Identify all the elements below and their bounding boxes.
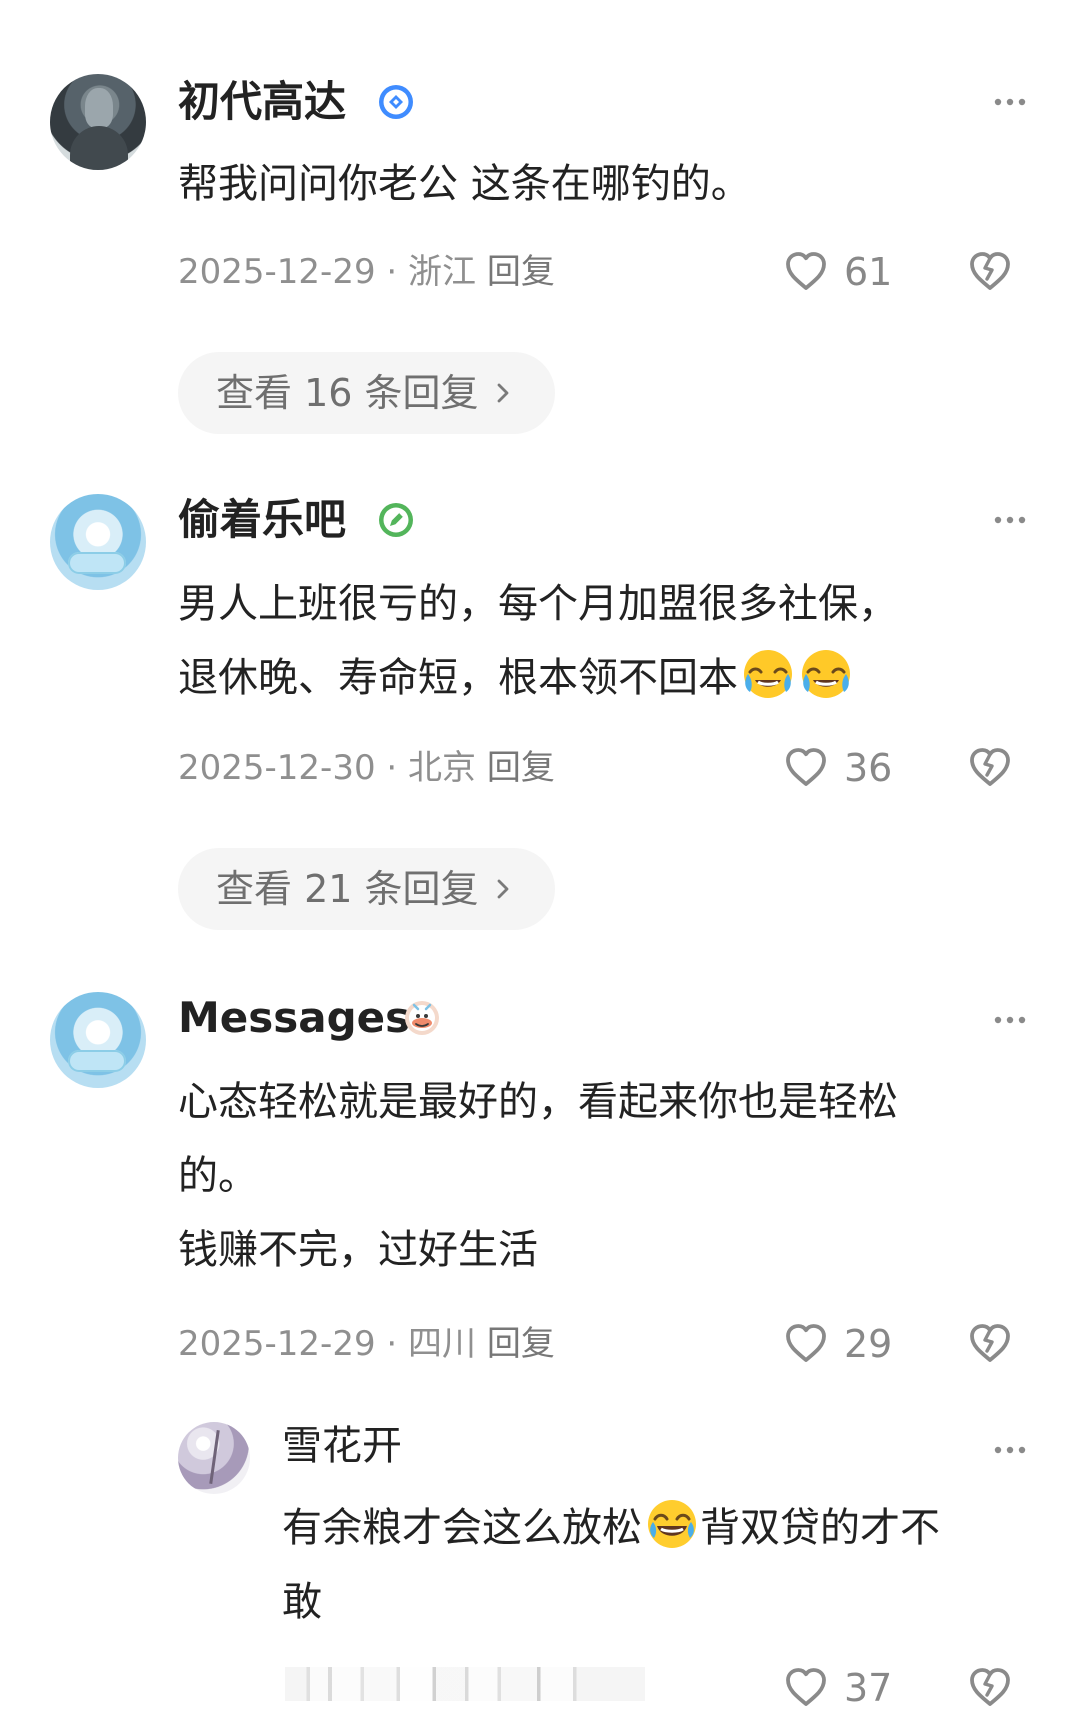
heart-icon[interactable]	[782, 248, 830, 296]
chevron-right-icon	[489, 875, 517, 903]
like-control[interactable]: 37	[782, 1664, 900, 1712]
like-count: 29	[844, 1322, 893, 1366]
comment-meta: 2025-12-30 · 北京 回复	[178, 747, 555, 789]
broken-heart-icon[interactable]	[966, 1320, 1014, 1368]
crying-laughing-face-icon	[740, 646, 796, 702]
username[interactable]: Messages	[178, 992, 410, 1044]
avatar[interactable]	[50, 494, 146, 590]
like-count: 61	[844, 250, 893, 294]
comment-line-1: 男人上班很亏的，每个月加盟很多社保，	[178, 581, 898, 627]
comment-line-2: 的。	[178, 1153, 258, 1199]
blue-diamond-badge-icon	[378, 84, 414, 120]
like-count: 36	[844, 746, 893, 790]
comment-thread-screen: 初代高达 帮我问问你老公 这条在哪钓的。 2025-12-29 · 浙江 回复 …	[0, 0, 1080, 1728]
view-replies-button[interactable]: 查看 16 条回复	[178, 352, 555, 434]
comment-date: 2025-12-29	[178, 1324, 376, 1364]
heart-icon[interactable]	[782, 1320, 830, 1368]
comment-meta: 2025-12-29 · 浙江 回复	[178, 251, 555, 293]
username[interactable]: 偷着乐吧	[178, 494, 346, 546]
reply-line-1-tail: 背双贷的才不	[700, 1505, 940, 1551]
meta-separator: ·	[386, 252, 409, 292]
comment-text: 男人上班很亏的，每个月加盟很多社保， 退休晚、寿命短，根本领不回本	[178, 567, 898, 715]
like-control[interactable]: 61	[782, 248, 900, 296]
cow-mascot-badge-icon	[404, 1000, 440, 1036]
chevron-right-icon	[489, 379, 517, 407]
reply-link[interactable]: 回复	[487, 252, 555, 292]
green-pencil-badge-icon	[378, 502, 414, 538]
more-options-icon[interactable]	[990, 1440, 1030, 1460]
comment-line-3: 钱赚不完，过好生活	[178, 1227, 538, 1273]
like-count: 37	[844, 1666, 893, 1710]
crying-laughing-face-icon	[798, 646, 854, 702]
tears-of-joy-face-icon	[644, 1496, 700, 1552]
comment-date: 2025-12-29	[178, 252, 376, 292]
comment-line-1: 帮我问问你老公 这条在哪钓的。	[178, 161, 751, 207]
comment-location: 四川	[408, 1324, 477, 1364]
like-control[interactable]: 29	[782, 1320, 900, 1368]
comment-meta: 2025-12-29 · 四川 回复	[178, 1323, 555, 1365]
comment-location: 浙江	[408, 252, 477, 292]
meta-separator: ·	[386, 1324, 409, 1364]
username[interactable]: 雪花开	[282, 1420, 402, 1472]
broken-heart-icon[interactable]	[966, 1664, 1014, 1712]
comment-text: 心态轻松就是最好的，看起来你也是轻松 的。 钱赚不完，过好生活	[178, 1065, 898, 1287]
reply-text: 有余粮才会这么放松 背双贷的才不 敢	[282, 1491, 940, 1639]
avatar[interactable]	[50, 74, 146, 170]
heart-icon[interactable]	[782, 1664, 830, 1712]
like-control[interactable]: 36	[782, 744, 900, 792]
more-options-icon[interactable]	[990, 92, 1030, 112]
view-replies-button[interactable]: 查看 21 条回复	[178, 848, 555, 930]
avatar[interactable]	[50, 992, 146, 1088]
broken-heart-icon[interactable]	[966, 248, 1014, 296]
username[interactable]: 初代高达	[178, 76, 346, 128]
comment-date: 2025-12-30	[178, 748, 376, 788]
meta-separator: ·	[386, 748, 409, 788]
broken-heart-icon[interactable]	[966, 744, 1014, 792]
comment-line-1: 心态轻松就是最好的，看起来你也是轻松	[178, 1079, 898, 1125]
avatar[interactable]	[178, 1422, 250, 1494]
reply-link[interactable]: 回复	[487, 1324, 555, 1364]
view-replies-label: 查看 16 条回复	[216, 371, 479, 415]
comment-text: 帮我问问你老公 这条在哪钓的。	[178, 147, 751, 221]
reply-link[interactable]: 回复	[487, 748, 555, 788]
view-replies-label: 查看 21 条回复	[216, 867, 479, 911]
comment-location: 北京	[408, 748, 477, 788]
reply-line-2: 敢	[282, 1579, 322, 1625]
more-options-icon[interactable]	[990, 1010, 1030, 1030]
comment-line-2: 退休晚、寿命短，根本领不回本	[178, 655, 738, 701]
reply-line-1: 有余粮才会这么放松	[282, 1505, 642, 1551]
blurred-meta-overlay	[285, 1667, 645, 1701]
more-options-icon[interactable]	[990, 510, 1030, 530]
heart-icon[interactable]	[782, 744, 830, 792]
